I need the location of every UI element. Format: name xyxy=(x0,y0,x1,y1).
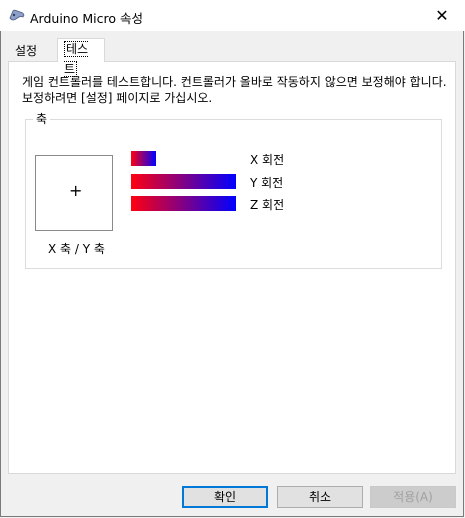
cancel-button[interactable]: 취소 xyxy=(277,486,363,508)
test-description: 게임 컨트롤러를 테스트합니다. 컨트롤러가 올바로 작동하지 않으면 보정해야… xyxy=(22,75,447,105)
ok-button[interactable]: 확인 xyxy=(182,486,268,508)
close-icon: ✕ xyxy=(435,6,449,25)
y-rotation-bar xyxy=(131,174,236,189)
x-rotation-bar xyxy=(131,151,236,166)
xy-axis-box: + xyxy=(35,155,113,231)
gamepad-icon xyxy=(9,9,25,21)
tab-settings-label: 설정 xyxy=(15,44,38,58)
xy-axis-label: X 축 / Y 축 xyxy=(48,242,105,256)
x-rotation-fill xyxy=(131,151,157,166)
close-button[interactable]: ✕ xyxy=(419,0,465,31)
tab-settings[interactable]: 설정 xyxy=(8,41,48,61)
apply-button[interactable]: 적용(A) xyxy=(370,486,456,508)
crosshair-icon: + xyxy=(69,181,83,200)
y-rotation-fill xyxy=(131,174,236,189)
z-rotation-label: Z 회전 xyxy=(250,198,285,212)
tab-test[interactable]: 테스트 xyxy=(57,38,105,77)
title-bar: Arduino Micro 속성 ✕ xyxy=(0,0,465,31)
axes-group-label: 축 xyxy=(33,110,51,127)
window-title: Arduino Micro 속성 xyxy=(30,11,143,26)
z-rotation-fill xyxy=(131,196,236,211)
x-rotation-label: X 회전 xyxy=(250,153,285,167)
z-rotation-bar xyxy=(131,196,236,211)
y-rotation-label: Y 회전 xyxy=(250,176,284,190)
